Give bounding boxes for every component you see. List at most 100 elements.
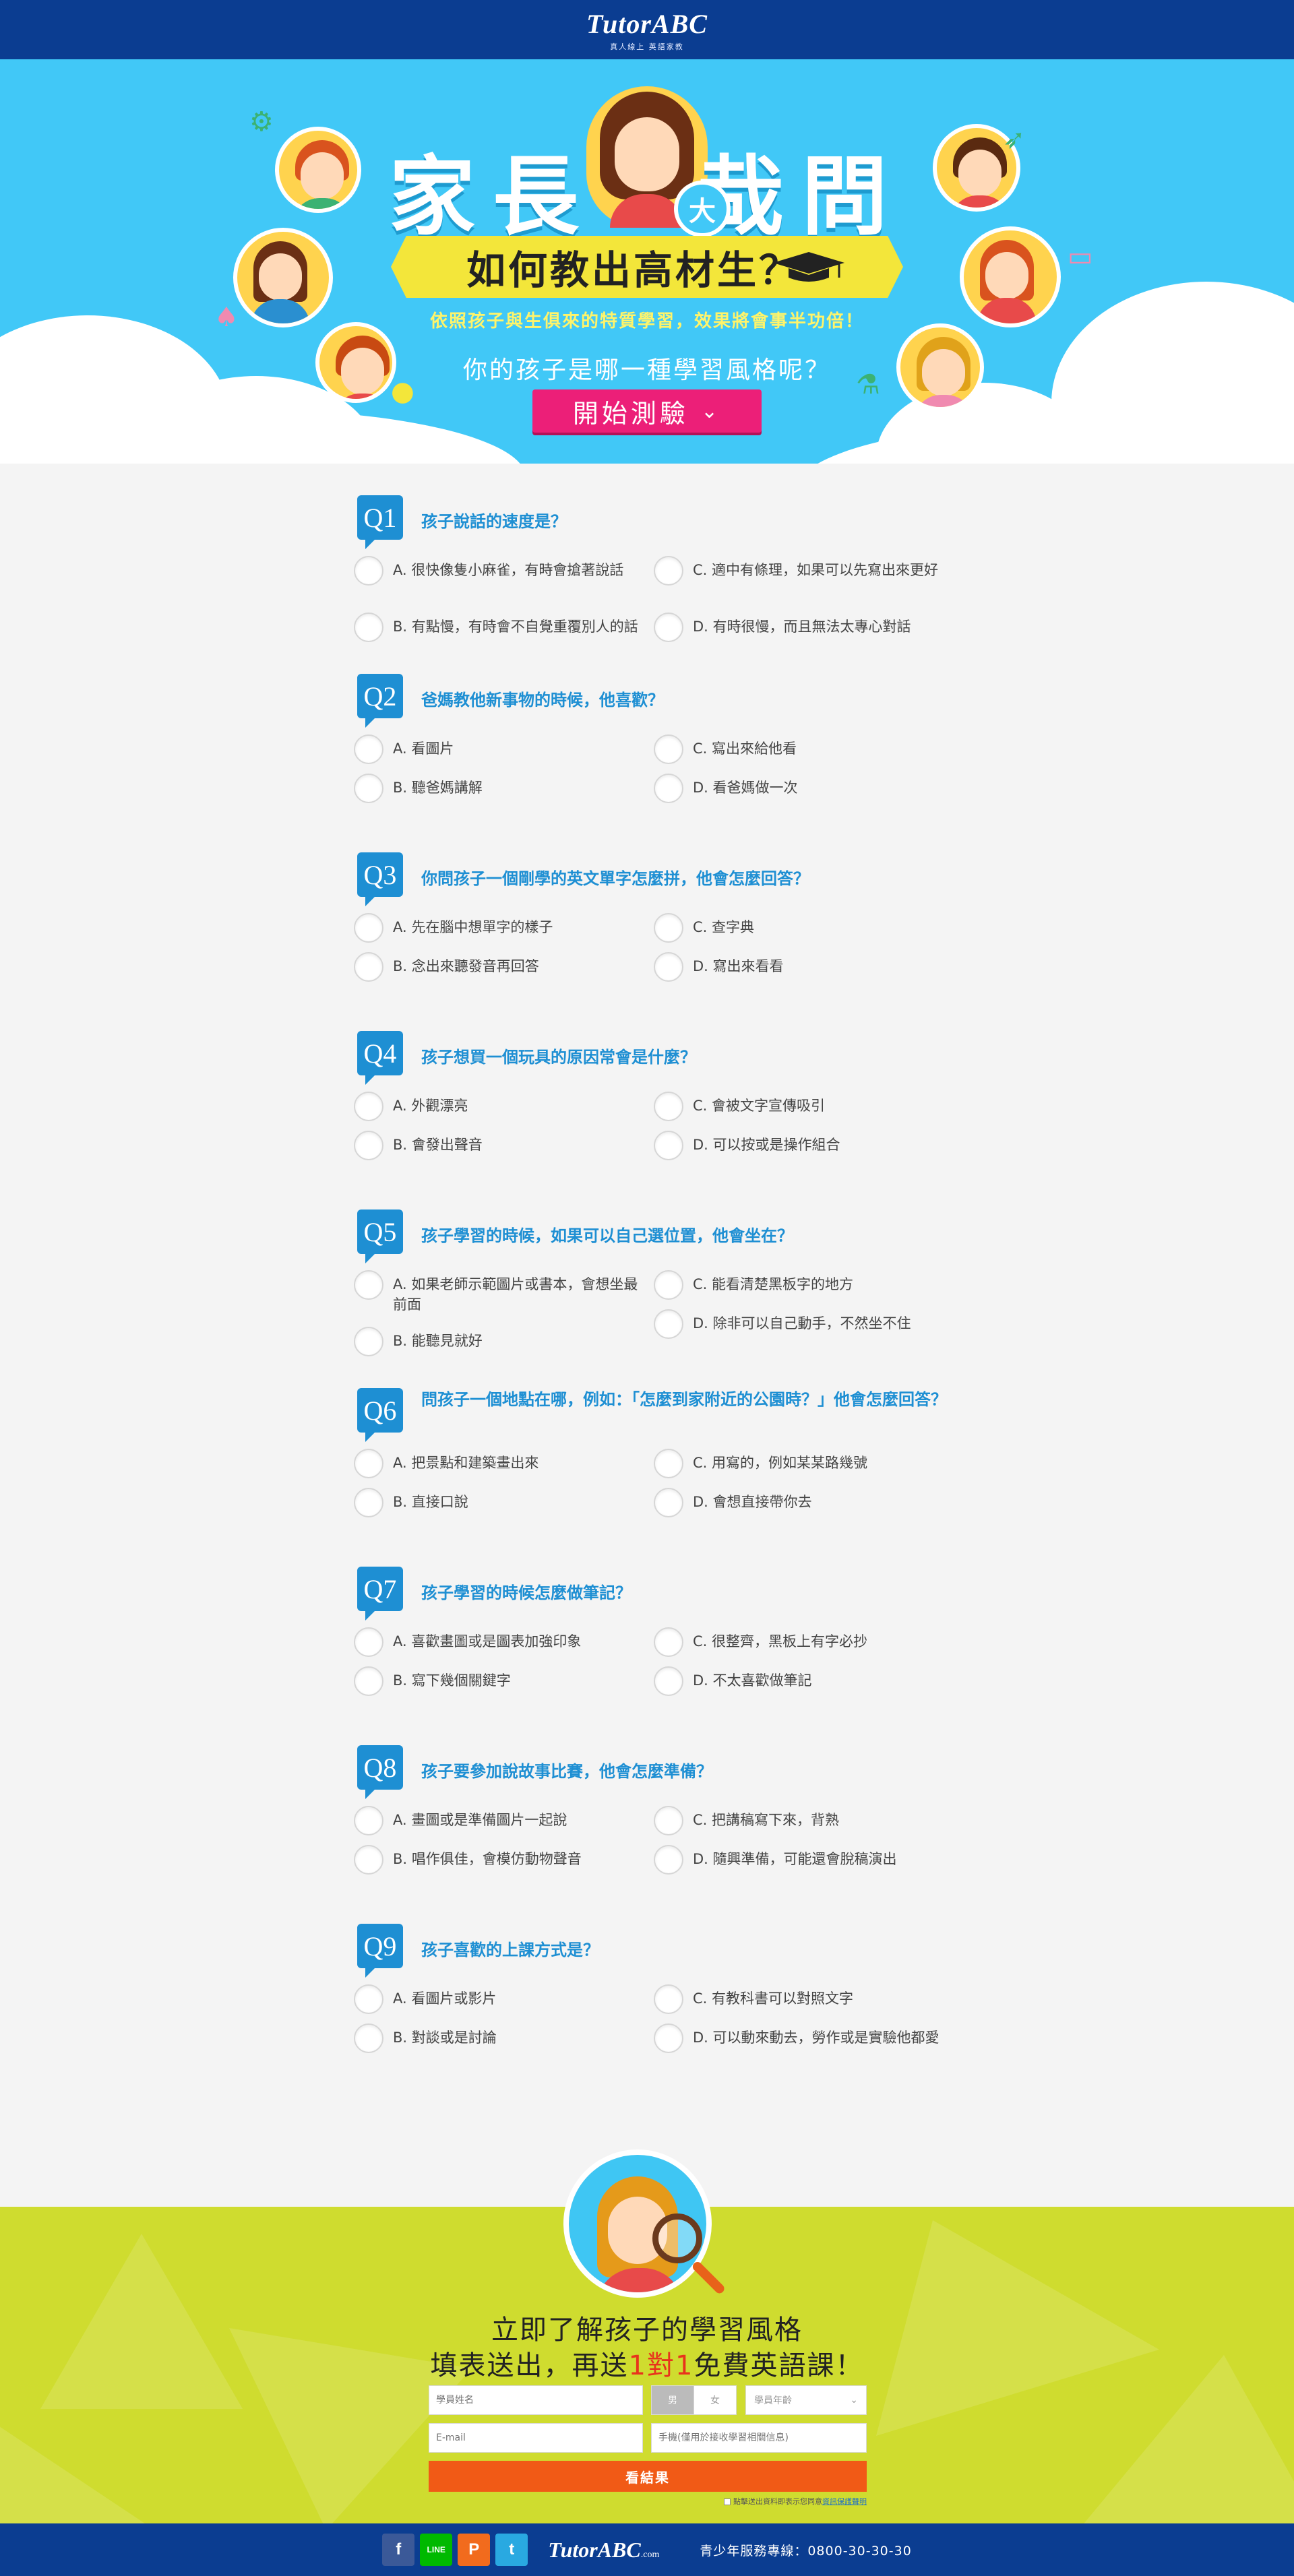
radio-button[interactable] bbox=[354, 1131, 383, 1160]
answer-option[interactable]: C. 用寫的，例如某某路幾號 bbox=[654, 1449, 944, 1478]
radio-button[interactable] bbox=[654, 1309, 683, 1339]
answer-option[interactable]: C. 會被文字宣傳吸引 bbox=[654, 1092, 944, 1121]
radio-button[interactable] bbox=[354, 556, 383, 586]
phone-input[interactable] bbox=[651, 2423, 867, 2453]
gender-female-option[interactable]: 女 bbox=[694, 2385, 737, 2415]
answer-option[interactable]: A. 看圖片或影片 bbox=[354, 1984, 644, 2014]
radio-button[interactable] bbox=[354, 1270, 383, 1300]
answer-option[interactable]: B. 對談或是討論 bbox=[354, 2023, 644, 2053]
radio-button[interactable] bbox=[654, 1449, 683, 1478]
answer-option[interactable]: D. 不太喜歡做筆記 bbox=[654, 1666, 944, 1696]
submit-button[interactable]: 看結果 bbox=[429, 2461, 867, 2492]
twitter-icon[interactable]: t bbox=[495, 2534, 528, 2566]
radio-button[interactable] bbox=[654, 1806, 683, 1835]
answer-option[interactable]: A. 很快像隻小麻雀，有時會搶著說話 bbox=[354, 556, 644, 586]
radio-button[interactable] bbox=[654, 1488, 683, 1517]
answer-option[interactable]: A. 先在腦中想單字的樣子 bbox=[354, 913, 644, 943]
footer-logo[interactable]: TutorABC.com bbox=[548, 2538, 659, 2563]
radio-button[interactable] bbox=[354, 1449, 383, 1478]
answer-option[interactable]: A. 把景點和建築畫出來 bbox=[354, 1449, 644, 1478]
radio-button[interactable] bbox=[354, 612, 383, 642]
answer-option[interactable]: A. 看圖片 bbox=[354, 734, 644, 764]
privacy-link[interactable]: 資訊保護聲明 bbox=[822, 2497, 867, 2506]
question-text: 問孩子一個地點在哪，例如：「怎麼到家附近的公園時？」他會怎麼回答？ bbox=[421, 1390, 947, 1409]
answer-option[interactable]: B. 聽爸媽講解 bbox=[354, 774, 644, 803]
radio-button[interactable] bbox=[354, 1845, 383, 1875]
radio-button[interactable] bbox=[654, 1131, 683, 1160]
radio-button[interactable] bbox=[354, 913, 383, 943]
answer-option[interactable]: B. 寫下幾個關鍵字 bbox=[354, 1666, 644, 1696]
answer-option-label: C. 會被文字宣傳吸引 bbox=[693, 1098, 826, 1114]
answer-option-label: C. 有教科書可以對照文字 bbox=[693, 1990, 854, 2007]
answer-option[interactable]: B. 能聽見就好 bbox=[354, 1327, 644, 1356]
rocket-icon: ➶ bbox=[1003, 124, 1026, 155]
answer-option[interactable]: B. 有點慢，有時會不自覺重覆別人的話 bbox=[354, 612, 644, 642]
facebook-icon[interactable]: f bbox=[382, 2534, 415, 2566]
answer-option[interactable]: D. 隨興準備，可能還會脫稿演出 bbox=[654, 1845, 944, 1875]
student-name-input[interactable] bbox=[429, 2385, 643, 2415]
magnifier-icon bbox=[652, 2213, 702, 2263]
answer-option[interactable]: D. 寫出來看看 bbox=[654, 952, 944, 982]
radio-button[interactable] bbox=[354, 1666, 383, 1696]
radio-button[interactable] bbox=[354, 952, 383, 982]
brand-logo[interactable]: TutorABC bbox=[586, 8, 708, 40]
answer-option[interactable]: B. 會發出聲音 bbox=[354, 1131, 644, 1160]
plurk-icon[interactable]: P bbox=[458, 2534, 491, 2566]
radio-button[interactable] bbox=[654, 1666, 683, 1696]
radio-button[interactable] bbox=[354, 1627, 383, 1657]
radio-button[interactable] bbox=[654, 2023, 683, 2053]
question-block: Q8 孩子要參加說故事比賽，他會怎麼準備？ A. 畫圖或是準備圖片一起說 B. 唱作俱… bbox=[354, 1745, 960, 1924]
answer-option-label: C. 很整齊，黑板上有字必抄 bbox=[693, 1633, 868, 1650]
radio-button[interactable] bbox=[354, 1327, 383, 1356]
answer-option[interactable]: B. 唱作俱佳，會模仿動物聲音 bbox=[354, 1845, 644, 1875]
radio-button[interactable] bbox=[654, 1845, 683, 1875]
radio-button[interactable] bbox=[654, 1092, 683, 1121]
answer-option[interactable]: A. 外觀漂亮 bbox=[354, 1092, 644, 1121]
answer-option[interactable]: D. 會想直接帶你去 bbox=[654, 1488, 944, 1517]
answer-option[interactable]: A. 如果老師示範圖片或書本，會想坐最前面 bbox=[354, 1270, 644, 1315]
radio-button[interactable] bbox=[654, 734, 683, 764]
answer-option[interactable]: C. 查字典 bbox=[654, 913, 944, 943]
answer-option[interactable]: D. 看爸媽做一次 bbox=[654, 774, 944, 803]
radio-button[interactable] bbox=[354, 1092, 383, 1121]
answer-option[interactable]: A. 畫圖或是準備圖片一起說 bbox=[354, 1806, 644, 1835]
radio-button[interactable] bbox=[654, 952, 683, 982]
agree-checkbox[interactable] bbox=[724, 2499, 731, 2505]
answer-option[interactable]: C. 有教科書可以對照文字 bbox=[654, 1984, 944, 2014]
radio-button[interactable] bbox=[654, 556, 683, 586]
answer-option[interactable]: B. 直接口說 bbox=[354, 1488, 644, 1517]
student-age-select[interactable]: 學員年齡 ⌄ bbox=[745, 2385, 867, 2415]
radio-button[interactable] bbox=[654, 774, 683, 803]
radio-button[interactable] bbox=[354, 1488, 383, 1517]
answer-option[interactable]: D. 有時很慢，而且無法太專心對話 bbox=[654, 612, 944, 642]
radio-button[interactable] bbox=[354, 1806, 383, 1835]
answer-option-label: D. 隨興準備，可能還會脫稿演出 bbox=[693, 1851, 897, 1867]
radio-button[interactable] bbox=[654, 1984, 683, 2014]
answer-option[interactable]: C. 很整齊，黑板上有字必抄 bbox=[654, 1627, 944, 1657]
answer-option[interactable]: C. 寫出來給他看 bbox=[654, 734, 944, 764]
radio-button[interactable] bbox=[354, 734, 383, 764]
email-input[interactable] bbox=[429, 2423, 643, 2453]
answer-option[interactable]: B. 念出來聽發音再回答 bbox=[354, 952, 644, 982]
graduation-cap-icon bbox=[773, 252, 844, 282]
answer-option[interactable]: A. 喜歡畫圖或是圖表加強印象 bbox=[354, 1627, 644, 1657]
radio-button[interactable] bbox=[654, 612, 683, 642]
line-icon[interactable]: LINE bbox=[420, 2534, 453, 2566]
radio-button[interactable] bbox=[654, 913, 683, 943]
radio-button[interactable] bbox=[354, 2023, 383, 2053]
answer-option-label: D. 可以按或是操作組合 bbox=[693, 1137, 840, 1153]
radio-button[interactable] bbox=[354, 1984, 383, 2014]
answer-option[interactable]: C. 適中有條理，如果可以先寫出來更好 bbox=[654, 556, 944, 586]
gender-male-option[interactable]: 男 bbox=[651, 2385, 694, 2415]
answer-option-label: B. 能聽見就好 bbox=[393, 1333, 483, 1349]
radio-button[interactable] bbox=[654, 1270, 683, 1300]
start-quiz-button[interactable]: 開始測驗 ⌄ bbox=[532, 389, 762, 433]
answer-option[interactable]: D. 除非可以自己動手，不然坐不住 bbox=[654, 1309, 944, 1339]
answer-option[interactable]: C. 把講稿寫下來，背熟 bbox=[654, 1806, 944, 1835]
radio-button[interactable] bbox=[354, 774, 383, 803]
answer-option[interactable]: D. 可以動來動去，勞作或是實驗他都愛 bbox=[654, 2023, 944, 2053]
answer-option[interactable]: C. 能看清楚黑板字的地方 bbox=[654, 1270, 944, 1300]
answer-option[interactable]: D. 可以按或是操作組合 bbox=[654, 1131, 944, 1160]
social-links: f LINE P t bbox=[382, 2534, 528, 2566]
radio-button[interactable] bbox=[654, 1627, 683, 1657]
